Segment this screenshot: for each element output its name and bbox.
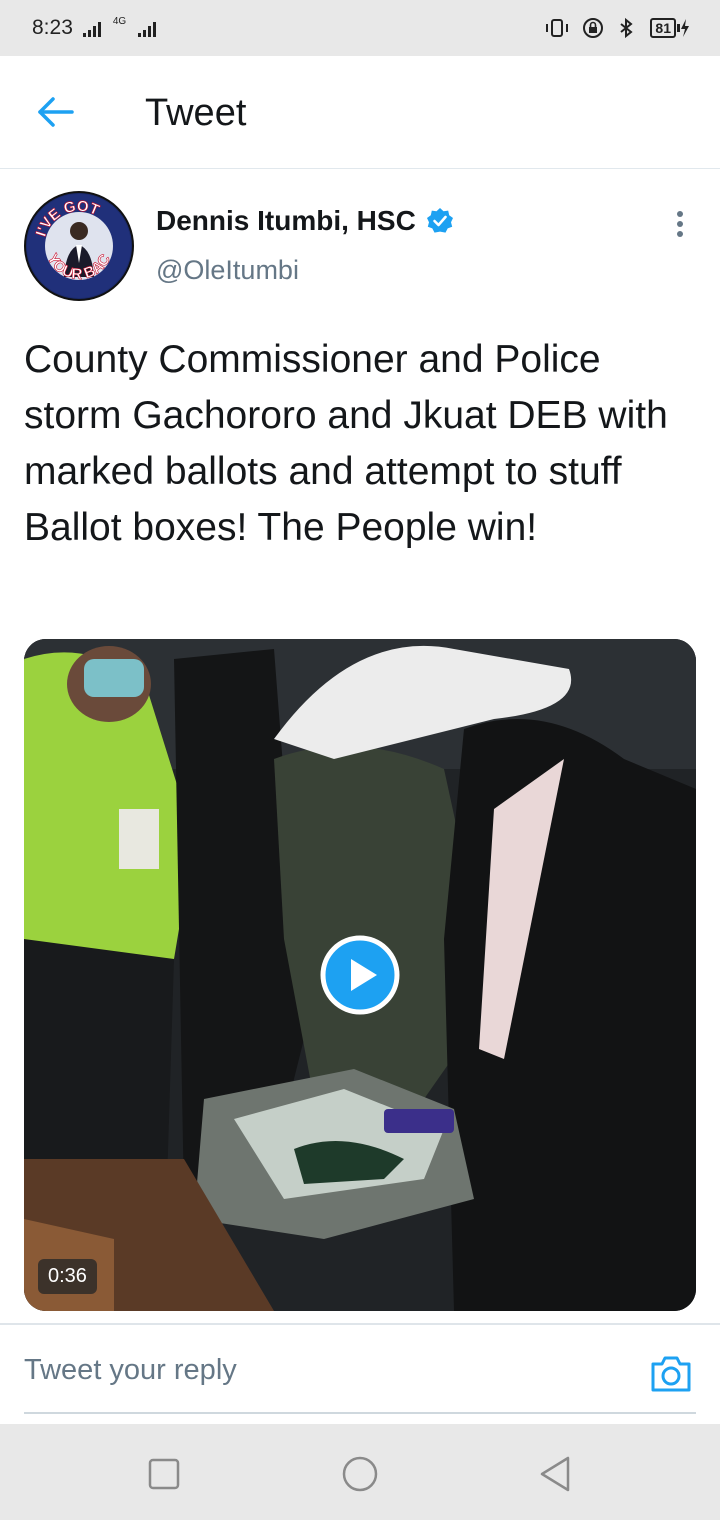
signal-strength-icon-2 xyxy=(138,19,157,37)
camera-icon[interactable] xyxy=(649,1354,693,1394)
lock-rotation-icon xyxy=(583,18,604,38)
play-icon[interactable] xyxy=(320,935,400,1015)
reply-underline xyxy=(24,1412,696,1414)
battery-icon: 81 xyxy=(650,18,690,38)
divider xyxy=(0,1323,720,1325)
back-arrow-icon[interactable] xyxy=(36,94,76,130)
tweet-video[interactable]: 0:36 xyxy=(24,639,696,1311)
author-handle[interactable]: @OleItumbi xyxy=(156,255,299,286)
back-nav-icon[interactable] xyxy=(536,1454,576,1494)
bluetooth-icon xyxy=(620,17,634,39)
status-right: 81 xyxy=(544,17,690,39)
recent-apps-icon[interactable] xyxy=(144,1454,184,1494)
app-header: Tweet xyxy=(0,56,720,169)
status-bar: 8:23 4G 81 xyxy=(0,0,720,56)
status-left: 8:23 4G xyxy=(32,16,157,40)
avatar[interactable]: I'VE GOT YOUR BACK xyxy=(24,191,134,301)
charging-icon xyxy=(681,19,689,37)
battery-level: 81 xyxy=(650,18,676,38)
avatar-image: I'VE GOT YOUR BACK xyxy=(26,193,131,298)
vibrate-icon xyxy=(546,19,569,37)
network-type: 4G xyxy=(112,16,127,27)
video-duration: 0:36 xyxy=(38,1259,97,1294)
home-icon[interactable] xyxy=(340,1454,380,1494)
system-nav-bar xyxy=(0,1424,720,1520)
author-name[interactable]: Dennis Itumbi, HSC xyxy=(156,205,416,237)
reply-input[interactable]: Tweet your reply xyxy=(24,1354,237,1387)
status-time: 8:23 xyxy=(32,16,73,39)
tweet-text: County Commissioner and Police storm Gac… xyxy=(24,338,668,549)
verified-badge-icon xyxy=(427,208,453,233)
more-options-icon[interactable] xyxy=(668,208,692,240)
page-title: Tweet xyxy=(145,92,247,134)
signal-strength-icon xyxy=(82,19,101,37)
